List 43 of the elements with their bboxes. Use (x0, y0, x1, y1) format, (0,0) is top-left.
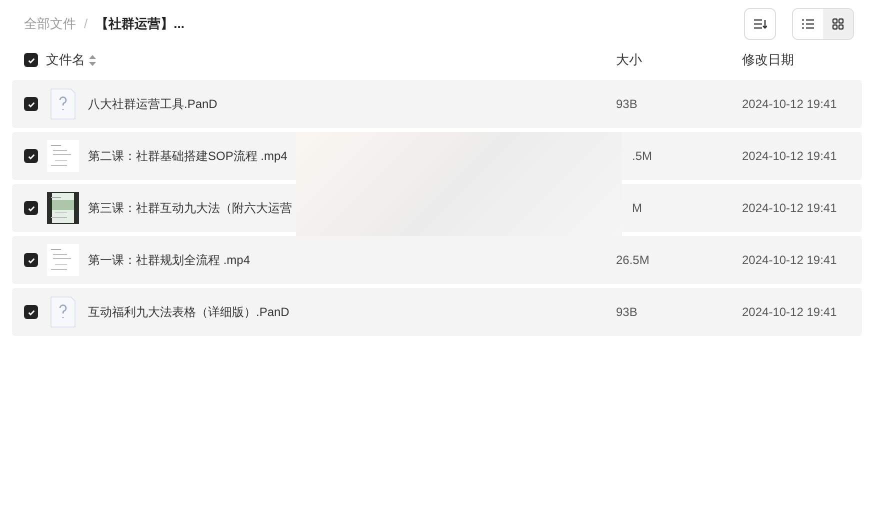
file-size: 93B (616, 304, 638, 321)
checkbox[interactable] (24, 53, 38, 67)
file-size: M (631, 200, 643, 217)
unknown-file-icon (49, 88, 77, 120)
sort-arrows-icon[interactable] (89, 54, 96, 66)
column-header[interactable]: 文件名 (46, 50, 85, 70)
unknown-file-icon (49, 296, 77, 328)
check-icon (26, 56, 36, 64)
check-icon (26, 152, 36, 160)
breadcrumb-item[interactable]: 【社群运营】... (96, 14, 184, 34)
file-row[interactable]: 八大社群运营工具.PanD 93B 2024-10-12 19:41 (12, 80, 862, 128)
file-name: 互动福利九大法表格（详细版）.PanD (88, 304, 290, 321)
check-icon (26, 308, 36, 316)
checkbox[interactable] (24, 201, 38, 215)
list-icon (802, 19, 814, 29)
modified-date: 2024-10-12 19:41 (742, 304, 838, 321)
modified-date: 2024-10-12 19:41 (742, 148, 838, 165)
file-name: 八大社群运营工具.PanD (88, 96, 218, 113)
file-row[interactable]: 互动福利九大法表格（详细版）.PanD 93B 2024-10-12 19:41 (12, 288, 862, 336)
check-icon (26, 204, 36, 212)
file-name: 第一课：社群规划全流程 .mp4 (88, 252, 250, 269)
modified-date: 2024-10-12 19:41 (742, 252, 838, 269)
sort-icon (753, 18, 767, 30)
file-name: 第二课：社群基础搭建SOP流程 .mp4 (88, 148, 288, 165)
modified-date: 2024-10-12 19:41 (742, 96, 838, 113)
sort-button[interactable] (744, 8, 776, 40)
grid-icon (832, 18, 844, 30)
checkbox[interactable] (24, 97, 38, 111)
file-size: 93B (616, 96, 638, 113)
file-row[interactable]: 第一课：社群规划全流程 .mp4 26.5M 2024-10-12 19:41 (12, 236, 862, 284)
checkbox[interactable] (24, 253, 38, 267)
file-name: 第三课：社群互动九大法（附六大运营 (88, 200, 292, 217)
column-header: 大小 (616, 51, 643, 70)
column-header: 修改日期 (742, 51, 795, 70)
grid-view-button[interactable] (823, 9, 853, 39)
modified-date: 2024-10-12 19:41 (742, 200, 838, 217)
check-icon (26, 100, 36, 108)
checkbox[interactable] (24, 149, 38, 163)
file-size: 26.5M (616, 252, 650, 269)
checkbox[interactable] (24, 305, 38, 319)
file-size: .5M (631, 148, 654, 165)
check-icon (26, 256, 36, 264)
breadcrumb-separator: / (84, 15, 88, 34)
